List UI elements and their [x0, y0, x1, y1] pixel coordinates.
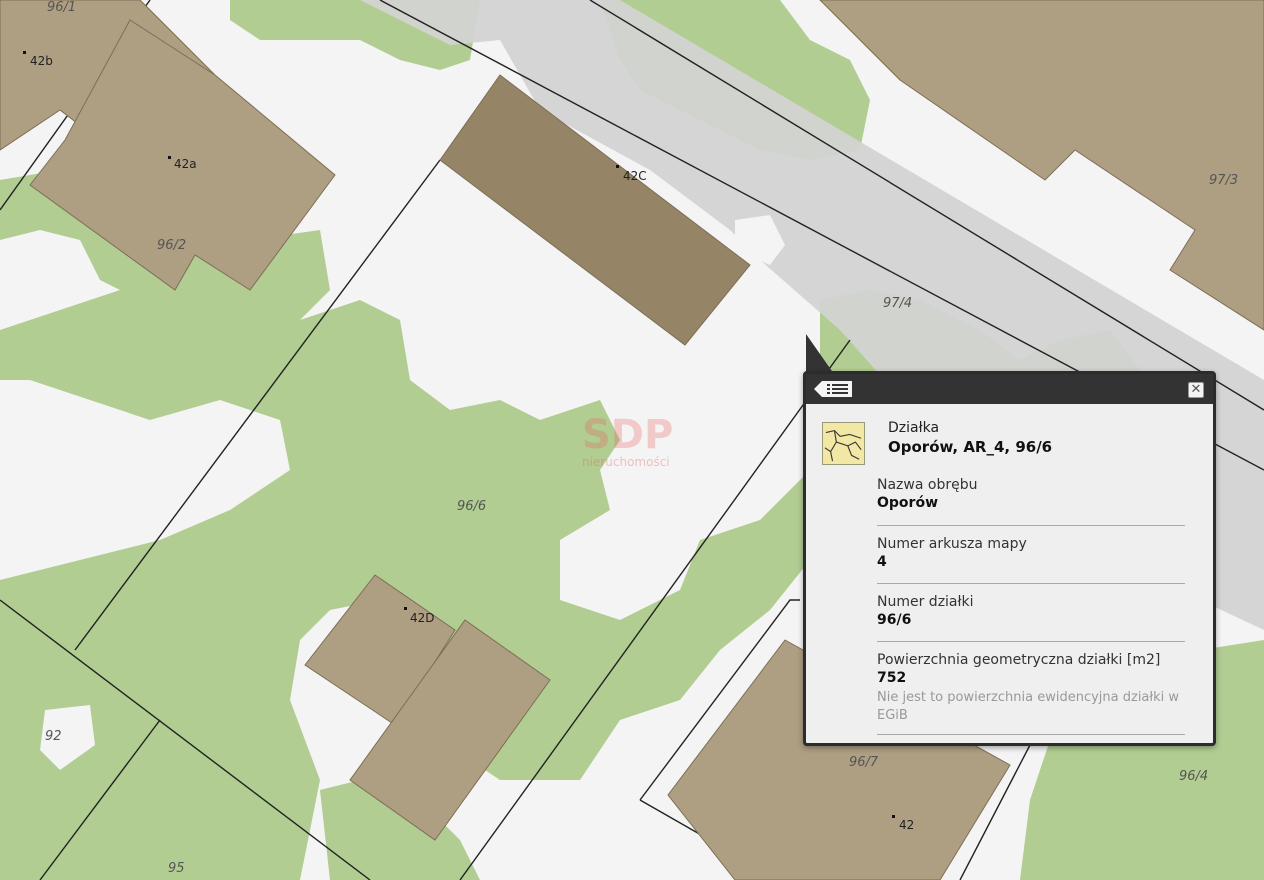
parcel-label: 96/2 [157, 238, 186, 253]
address-label: 42b [30, 54, 53, 68]
parcel-label: 97/3 [1209, 173, 1238, 188]
parcel-label: 97/4 [883, 296, 912, 311]
parcel-info-popup: ✕ Działka Oporów, AR_4, 96/6 Nazwa obręb… [803, 371, 1216, 746]
parcel-label: 96/6 [457, 499, 486, 514]
watermark-logo: SDP [582, 412, 673, 458]
field-value: Oporów [877, 495, 938, 511]
watermark-subtitle: nieruchomości [582, 455, 670, 469]
field-value: 4 [877, 554, 887, 570]
address-label: 42 [899, 818, 914, 832]
parcel-map-icon [822, 422, 865, 465]
field-note: Nie jest to powierzchnia ewidencyjna dzi… [877, 690, 1179, 723]
field-label: Numer działki [877, 594, 974, 610]
parcel-label: 95 [168, 861, 185, 876]
address-label: 42C [623, 169, 647, 183]
feature-title: Oporów, AR_4, 96/6 [888, 438, 1053, 456]
field-map-sheet: Numer arkusza mapy 4 [877, 535, 1185, 584]
field-precinct-name: Nazwa obrębu Oporów [877, 476, 1185, 526]
close-icon[interactable]: ✕ [1188, 382, 1204, 398]
parcel-label: 92 [45, 729, 62, 744]
field-label: Nazwa obrębu [877, 477, 978, 493]
popup-header: ✕ [806, 374, 1213, 404]
field-value: 96/6 [877, 612, 912, 628]
parcel-label: 96/4 [1179, 769, 1208, 784]
popup-pointer [806, 334, 834, 374]
address-label: 42D [410, 611, 435, 625]
address-label: 42a [174, 157, 197, 171]
field-value: 752 [877, 670, 907, 686]
feature-type: Działka [888, 420, 940, 436]
field-label: Numer arkusza mapy [877, 536, 1027, 552]
popup-body: Działka Oporów, AR_4, 96/6 Nazwa obrębu … [806, 404, 1213, 743]
list-back-icon[interactable] [814, 381, 852, 397]
parcel-label: 96/7 [849, 755, 879, 770]
parcel-label: 96/1 [47, 0, 76, 15]
field-geometric-area: Powierzchnia geometryczna działki [m2] 7… [877, 651, 1185, 735]
field-parcel-number: Numer działki 96/6 [877, 593, 1185, 642]
field-label: Powierzchnia geometryczna działki [m2] [877, 652, 1161, 668]
